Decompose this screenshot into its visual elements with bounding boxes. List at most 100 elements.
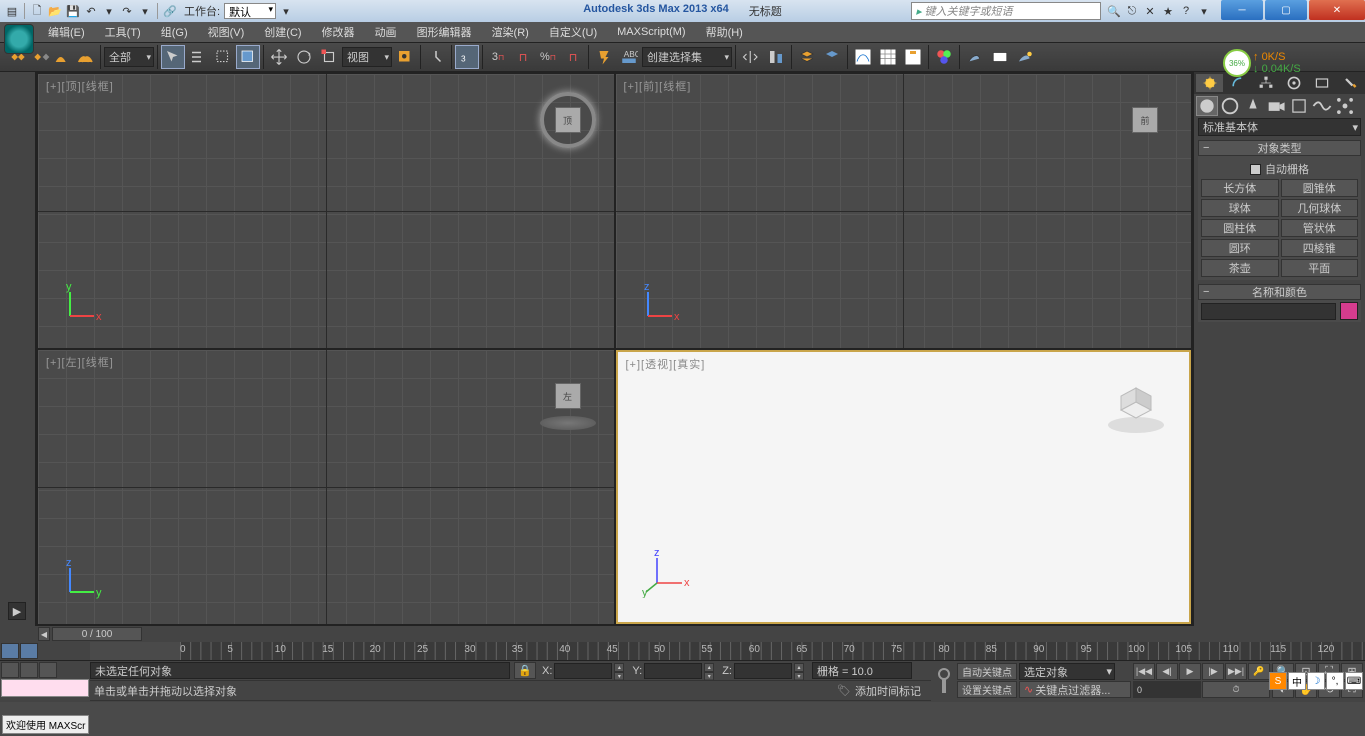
ime-s[interactable]: S — [1269, 672, 1287, 690]
timeline-ruler[interactable]: 0 5 10 15 20 25 30 35 40 45 50 55 60 65 … — [180, 642, 1365, 660]
minimize-button[interactable]: ─ — [1221, 0, 1263, 20]
material-editor-icon[interactable] — [932, 45, 956, 69]
app-menu-icon[interactable]: ▤ — [4, 3, 20, 19]
category-dropdown[interactable]: 标准基本体 — [1198, 118, 1361, 136]
cone-button[interactable]: 圆锥体 — [1281, 179, 1359, 197]
goto-start-icon[interactable]: |◀◀ — [1133, 663, 1155, 680]
layer-manager-icon[interactable] — [820, 45, 844, 69]
render-icon[interactable] — [1013, 45, 1037, 69]
viewport-left[interactable]: [+][左][线框] 左 zy — [38, 350, 614, 624]
infocenter-icon[interactable]: 🔍 — [1105, 2, 1123, 20]
viewport-perspective[interactable]: [+][透视][真实] zxy — [616, 350, 1192, 624]
viewport-top[interactable]: [+][顶][线框] 顶 yx — [38, 74, 614, 348]
ime-cn[interactable]: 中 — [1288, 672, 1306, 690]
menu-edit[interactable]: 编辑(E) — [38, 22, 95, 42]
fav-icon[interactable]: ★ — [1159, 2, 1177, 20]
viewcube-persp[interactable] — [1101, 370, 1171, 440]
viewcube-front[interactable]: 前 — [1117, 92, 1173, 148]
render-frame-icon[interactable] — [988, 45, 1012, 69]
menu-tools[interactable]: 工具(T) — [95, 22, 151, 42]
align-icon[interactable] — [764, 45, 788, 69]
torus-button[interactable]: 圆环 — [1201, 239, 1279, 257]
name-color-rollout[interactable]: 名称和颜色 — [1198, 284, 1361, 300]
plane-button[interactable]: 平面 — [1281, 259, 1359, 277]
menu-group[interactable]: 组(G) — [151, 22, 198, 42]
render-setup-icon[interactable] — [963, 45, 987, 69]
comm-icon[interactable]: ⎋ — [1123, 2, 1141, 20]
percent-snap-icon[interactable]: %⊓ — [536, 45, 560, 69]
key-target-dropdown[interactable]: 选定对象 — [1019, 663, 1115, 680]
sphere-button[interactable]: 球体 — [1201, 199, 1279, 217]
search-input[interactable]: 键入关键字或短语 — [911, 2, 1101, 20]
create-tab-icon[interactable] — [1196, 74, 1223, 92]
slider-handle-left[interactable]: ◀ — [38, 627, 50, 641]
ime-punct[interactable]: °, — [1326, 672, 1344, 690]
select-object-icon[interactable] — [161, 45, 185, 69]
mirror-icon[interactable] — [739, 45, 763, 69]
tag-icon[interactable]: 🏷 — [837, 684, 851, 697]
named-sets-icon[interactable]: ABC — [617, 45, 641, 69]
tube-button[interactable]: 管状体 — [1281, 219, 1359, 237]
systems-subtab-icon[interactable] — [1334, 96, 1356, 116]
cylinder-button[interactable]: 圆柱体 — [1201, 219, 1279, 237]
window-crossing-icon[interactable] — [236, 45, 260, 69]
scene-explorer-icon[interactable]: ▶ — [8, 602, 26, 620]
more-icon[interactable]: ▾ — [101, 3, 117, 19]
move-icon[interactable] — [267, 45, 291, 69]
time-slider-bar[interactable]: ◀ 0 / 100 — [0, 626, 1365, 642]
selection-set-dropdown[interactable]: 创建选择集 — [642, 47, 732, 67]
rotate-icon[interactable] — [292, 45, 316, 69]
new-icon[interactable]: 🗋 — [29, 3, 45, 19]
more2-icon[interactable]: ▾ — [137, 3, 153, 19]
curve-editor-icon[interactable] — [851, 45, 875, 69]
menu-grapheditors[interactable]: 图形编辑器 — [407, 22, 482, 42]
shapes-subtab-icon[interactable] — [1219, 96, 1241, 116]
menu-maxscript[interactable]: MAXScript(M) — [607, 22, 695, 42]
save-icon[interactable]: 💾 — [65, 3, 81, 19]
cameras-subtab-icon[interactable] — [1265, 96, 1287, 116]
setkey-button[interactable]: 设置关键点 — [957, 681, 1017, 698]
geosphere-button[interactable]: 几何球体 — [1281, 199, 1359, 217]
menu-modifiers[interactable]: 修改器 — [312, 22, 365, 42]
app-icon[interactable] — [4, 24, 34, 54]
snap-toggle-icon[interactable]: 3 — [455, 45, 479, 69]
object-type-rollout[interactable]: 对象类型 — [1198, 140, 1361, 156]
next-frame-icon[interactable]: |▶ — [1202, 663, 1224, 680]
pyramid-button[interactable]: 四棱锥 — [1281, 239, 1359, 257]
bind-icon[interactable] — [54, 47, 74, 67]
utilities-tab-icon[interactable] — [1336, 74, 1363, 92]
scale-icon[interactable] — [317, 45, 341, 69]
vp-layout-2[interactable] — [20, 643, 38, 659]
mini-listener-3[interactable] — [39, 662, 57, 678]
viewcube-left[interactable]: 左 — [540, 368, 596, 424]
ime-bar[interactable]: S 中 ☽ °, ⌨ — [1269, 672, 1363, 690]
lights-subtab-icon[interactable] — [1242, 96, 1264, 116]
time-config-icon[interactable]: ⏱ — [1202, 681, 1270, 698]
redo-icon[interactable]: ↷ — [119, 3, 135, 19]
teapot-button[interactable]: 茶壶 — [1201, 259, 1279, 277]
dd-icon[interactable]: ▾ — [1195, 2, 1213, 20]
viewport-front[interactable]: [+][前][线框] 前 zx — [616, 74, 1192, 348]
selection-lock-icon[interactable] — [592, 45, 616, 69]
spacewarps-subtab-icon[interactable] — [1311, 96, 1333, 116]
coord-x[interactable] — [554, 663, 612, 679]
exchange-icon[interactable]: ✕ — [1141, 2, 1159, 20]
lock-selection-icon[interactable]: 🔒 — [514, 662, 536, 679]
object-color-swatch[interactable] — [1340, 302, 1358, 320]
viewcube-top[interactable]: 顶 — [540, 92, 596, 148]
link-icon[interactable]: 🔗 — [162, 3, 178, 19]
bind2-icon[interactable] — [77, 47, 97, 67]
key-filters-button[interactable]: ∿关键点过滤器... — [1019, 681, 1131, 698]
menu-help[interactable]: 帮助(H) — [696, 22, 753, 42]
add-time-tag[interactable]: 添加时间标记 — [855, 683, 921, 699]
undo-icon[interactable]: ↶ — [83, 3, 99, 19]
maximize-button[interactable]: ▢ — [1265, 0, 1307, 20]
angle-snap-icon[interactable]: ⊓ — [511, 45, 535, 69]
selection-filter[interactable]: 全部 — [104, 47, 154, 67]
mini-listener-1[interactable] — [1, 662, 19, 678]
manip-icon[interactable] — [424, 45, 448, 69]
current-frame-input[interactable]: 0 — [1133, 681, 1201, 698]
box-button[interactable]: 长方体 — [1201, 179, 1279, 197]
key-mode-icon[interactable]: 🔑 — [1248, 663, 1270, 680]
goto-end-icon[interactable]: ▶▶| — [1225, 663, 1247, 680]
